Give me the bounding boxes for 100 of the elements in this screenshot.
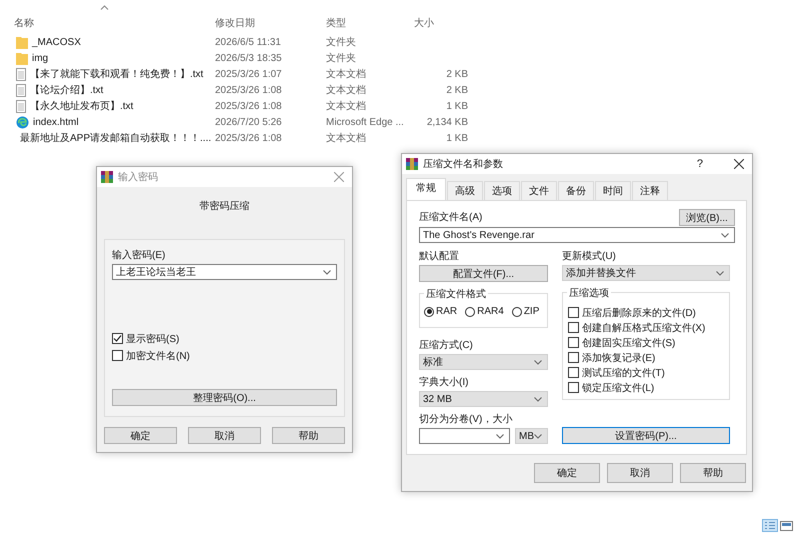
- profiles-button[interactable]: 配置文件(F)...: [419, 265, 548, 282]
- radio-button[interactable]: [424, 306, 434, 316]
- column-header[interactable]: 名称: [14, 16, 34, 30]
- close-icon[interactable]: [734, 159, 744, 169]
- file-size: 2 KB: [446, 84, 468, 96]
- tab[interactable]: 常规: [406, 178, 446, 200]
- file-type: 文件夹: [326, 53, 356, 64]
- checkbox-label[interactable]: 锁定压缩文件(L): [582, 380, 654, 394]
- archive-name-field[interactable]: The Ghost's Revenge.rar: [419, 227, 735, 243]
- checkbox-label[interactable]: 显示密码(S): [126, 332, 180, 346]
- method-dropdown[interactable]: 标准: [419, 354, 548, 370]
- checkbox[interactable]: [568, 307, 579, 318]
- field-label: 切分为分卷(V)，大小: [419, 412, 514, 426]
- radio-button[interactable]: [465, 306, 476, 316]
- file-type: 文件夹: [326, 37, 356, 48]
- checkbox-label[interactable]: 加密文件名(N): [126, 348, 190, 362]
- folder-icon: [16, 51, 28, 65]
- file-name[interactable]: 最新地址及APP请发邮箱自动获取！！！....: [20, 131, 212, 145]
- window-title: 输入密码: [118, 170, 159, 184]
- set-password-button[interactable]: 设置密码(P)...: [562, 427, 730, 444]
- group-label: 压缩选项: [567, 286, 611, 300]
- modified-date: 2026/7/20 5:26: [215, 116, 282, 128]
- column-header[interactable]: 大小: [414, 16, 434, 30]
- checkbox[interactable]: [568, 352, 579, 363]
- tab[interactable]: 时间: [595, 181, 631, 200]
- file-name[interactable]: img: [32, 52, 48, 64]
- modified-date: 2025/3/26 1:07: [215, 68, 282, 80]
- browse-button[interactable]: 浏览(B)...: [679, 209, 735, 226]
- field-label: 压缩文件名(A): [419, 210, 482, 224]
- checkbox-label[interactable]: 压缩后删除原来的文件(D): [582, 306, 696, 320]
- volume-size-field[interactable]: [419, 428, 510, 444]
- column-header[interactable]: 修改日期: [215, 16, 255, 30]
- file-name[interactable]: 【论坛介绍】.txt: [30, 83, 104, 97]
- field-label: 默认配置: [419, 250, 460, 263]
- tab[interactable]: 选项: [484, 181, 520, 200]
- column-header[interactable]: 类型: [326, 16, 346, 30]
- checkbox-label[interactable]: 创建自解压格式压缩文件(X): [582, 320, 706, 334]
- field-label: 更新模式(U): [562, 250, 617, 263]
- dialog-button[interactable]: 帮助: [272, 427, 345, 444]
- update-mode-dropdown[interactable]: 添加并替换文件: [562, 265, 730, 281]
- chevron-down-icon: [716, 270, 724, 276]
- file-name[interactable]: index.html: [33, 116, 79, 128]
- tab[interactable]: 高级: [447, 181, 483, 200]
- checkbox[interactable]: [568, 382, 579, 393]
- checkbox[interactable]: [568, 367, 579, 378]
- field-label: 压缩方式(C): [419, 338, 474, 352]
- file-type: 文本文档: [326, 101, 366, 112]
- app-icon: [101, 171, 113, 183]
- file-type: Microsoft Edge ...: [326, 116, 404, 128]
- thumbnail-view-icon[interactable]: [780, 520, 793, 530]
- details-view-icon[interactable]: [762, 519, 778, 532]
- dialog-button[interactable]: 帮助: [680, 463, 746, 483]
- checkbox[interactable]: [568, 322, 579, 333]
- dialog-button[interactable]: 确定: [534, 463, 600, 483]
- document-icon: [16, 68, 26, 80]
- checkbox-label[interactable]: 添加恢复记录(E): [582, 350, 656, 364]
- tab[interactable]: 注释: [632, 181, 668, 200]
- checkbox[interactable]: [112, 350, 123, 361]
- dialog-button[interactable]: 取消: [188, 427, 261, 444]
- checkbox-label[interactable]: 测试压缩的文件(T): [582, 366, 665, 380]
- field-label: 输入密码(E): [112, 248, 166, 262]
- tab[interactable]: 备份: [558, 181, 594, 200]
- dialog-button[interactable]: 取消: [607, 463, 673, 483]
- field-label: 字典大小(I): [419, 376, 470, 389]
- chevron-down-icon: [534, 360, 542, 364]
- radio-label[interactable]: RAR4: [477, 306, 504, 317]
- group-label: 压缩文件格式: [424, 287, 488, 301]
- radio-label[interactable]: RAR: [436, 306, 458, 317]
- checkbox[interactable]: [568, 337, 579, 348]
- checkbox[interactable]: [112, 333, 123, 344]
- file-type: 文本文档: [326, 133, 366, 144]
- file-type: 文本文档: [326, 85, 366, 96]
- modified-date: 2026/6/5 11:31: [215, 36, 281, 48]
- modified-date: 2025/3/26 1:08: [215, 84, 282, 96]
- file-size: 2,134 KB: [426, 116, 468, 128]
- unit-dropdown[interactable]: MB: [515, 428, 548, 444]
- help-button[interactable]: ?: [696, 158, 703, 170]
- file-size: 1 KB: [446, 132, 468, 144]
- radio-button[interactable]: [512, 306, 522, 316]
- checkbox-label[interactable]: 创建固实压缩文件(S): [582, 336, 676, 350]
- dictionary-size-dropdown[interactable]: 32 MB: [419, 391, 548, 407]
- file-name[interactable]: _MACOSX: [32, 36, 81, 48]
- window-title: 压缩文件名和参数: [423, 158, 504, 171]
- radio-label[interactable]: ZIP: [524, 306, 540, 317]
- tab[interactable]: 文件: [521, 181, 557, 200]
- document-icon: [16, 100, 26, 112]
- chevron-down-icon: [496, 434, 504, 438]
- dialog-button[interactable]: 确定: [104, 427, 177, 444]
- app-icon: [406, 158, 418, 170]
- file-type: 文本文档: [326, 69, 366, 80]
- modified-date: 2025/3/26 1:08: [215, 100, 282, 112]
- file-name[interactable]: 【永久地址发布页】.txt: [30, 99, 134, 113]
- chevron-down-icon: [323, 270, 331, 274]
- password-field[interactable]: 上老王论坛当老王: [112, 264, 337, 280]
- file-size: 2 KB: [446, 68, 468, 80]
- dialog-heading: 带密码压缩: [200, 201, 250, 212]
- modified-date: 2026/5/3 18:35: [215, 52, 282, 64]
- organize-passwords-button[interactable]: 整理密码(O)...: [112, 389, 337, 406]
- file-name[interactable]: 【来了就能下载和观看！纯免费！】.txt: [30, 67, 204, 81]
- folder-icon: [16, 35, 28, 49]
